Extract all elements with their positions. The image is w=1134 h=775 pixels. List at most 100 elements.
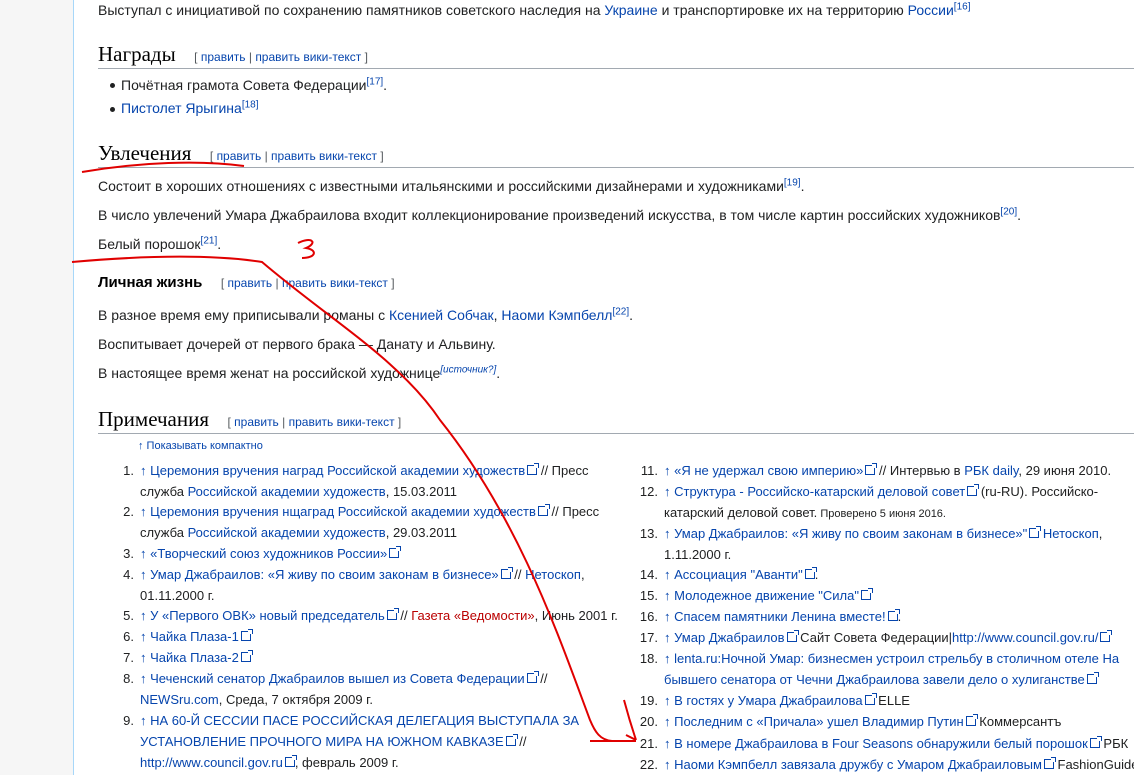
ref-text: служба: [140, 484, 188, 499]
link-russia[interactable]: России: [908, 2, 954, 18]
external-link-icon: [284, 755, 297, 767]
ref-link[interactable]: ↑ Последним с «Причала» ушел Владимир Пу…: [664, 714, 964, 729]
ref-link[interactable]: ↑ У «Первого ОВК» новый председатель: [140, 608, 385, 623]
notes-edit-link[interactable]: править: [234, 415, 279, 429]
intro-paragraph: Выступал с инициативой по сохранению пам…: [98, 0, 970, 20]
ref-link[interactable]: ↑ В гостях у Умара Джабраилова: [664, 693, 863, 708]
external-link-icon: [389, 546, 402, 558]
hobbies-edit-link[interactable]: править: [217, 149, 262, 163]
ref-17[interactable]: [17]: [366, 76, 383, 87]
ref-link[interactable]: ↑ «Я не удержал свою империю»: [664, 463, 863, 478]
ref-link[interactable]: бывшего сенатора от Чечни Джабраилова за…: [664, 672, 1085, 687]
ref-link-rbc-daily[interactable]: РБК daily: [964, 463, 1018, 478]
ref-link[interactable]: ↑ Спасем памятники Ленина вместе!: [664, 609, 886, 624]
ref-number: 2.: [123, 504, 134, 519]
ref-number: 18.: [639, 651, 658, 666]
ref-18[interactable]: [18]: [242, 99, 259, 110]
hobbies-divider: [98, 167, 1134, 168]
ref-link[interactable]: ↑ Чайка Плаза-1: [140, 629, 239, 644]
personal-edit-wiki-link[interactable]: править вики-текст: [282, 276, 388, 290]
ref-19[interactable]: [19]: [784, 177, 801, 188]
ref-link-academy[interactable]: Российской академии художеств: [188, 525, 386, 540]
ref-link[interactable]: ↑ Церемония вручения наград Российской а…: [140, 463, 525, 478]
notes-title: Примечания: [98, 407, 210, 431]
notes-edit-section: [ править | править вики-текст ]: [227, 415, 402, 429]
ref-link[interactable]: ↑ Структура - Российско-катарский делово…: [664, 484, 965, 499]
ref-number: 8.: [123, 671, 134, 686]
award-item-2: Пистолет Ярыгина[18]: [121, 98, 259, 118]
ref-number: 7.: [123, 650, 134, 665]
external-link-icon: [386, 608, 399, 620]
ref-link-academy[interactable]: Российской академии художеств: [188, 484, 386, 499]
external-link-icon: [965, 714, 978, 726]
ref-date: 1.11.2000 г.: [664, 547, 732, 562]
ref-link[interactable]: ↑ «Творческий союз художников России»: [140, 546, 387, 561]
ref-tail: ,: [580, 567, 585, 582]
hobbies-text-1: Состоит в хороших отношениях с известным…: [98, 178, 784, 194]
award-item-1: Почётная грамота Совета Федерации[17].: [121, 75, 387, 95]
ref-link-vedomosti[interactable]: Газета «Ведомости»: [411, 608, 534, 623]
ref-number: 21.: [639, 736, 658, 751]
external-link-icon: [505, 734, 518, 746]
ref-tail: //: [396, 608, 412, 623]
awards-edit-link[interactable]: править: [201, 50, 246, 64]
ref-number: 12.: [639, 484, 658, 499]
ref-number: 6.: [123, 629, 134, 644]
personal-title: Личная жизнь: [98, 274, 203, 291]
ref-tail: //: [510, 567, 526, 582]
ref-link[interactable]: ↑ В номере Джабраилова в Four Seasons об…: [664, 736, 1088, 751]
ref-number: 16.: [639, 609, 658, 624]
ref-link-council[interactable]: http://www.council.gov.ru/: [952, 630, 1098, 645]
awards-title: Награды: [98, 42, 176, 66]
ref-22[interactable]: [22]: [612, 306, 629, 317]
ref-21[interactable]: [21]: [201, 235, 218, 246]
ref-link[interactable]: ↑ Наоми Кэмпбелл завязала дружбу с Умаро…: [664, 757, 1042, 772]
hobbies-text-2: В число увлечений Умара Джабраилова вход…: [98, 207, 1001, 223]
personal-edit-section: [ править | править вики-текст ]: [220, 276, 395, 290]
awards-edit-wiki-link[interactable]: править вики-текст: [255, 50, 361, 64]
personal-heading: Личная жизнь [ править | править вики-те…: [98, 274, 395, 292]
ref-tail: РБК: [1099, 736, 1129, 751]
compact-toggle-link[interactable]: ↑ Показывать компактно: [138, 440, 263, 452]
link-ukraine[interactable]: Украине: [604, 2, 657, 18]
ref-link[interactable]: УСТАНОВЛЕНИЕ ПРОЧНОГО МИРА НА ЮЖНОМ КАВК…: [140, 734, 504, 749]
ref-link-netoskop[interactable]: Нетоскоп: [1043, 526, 1099, 541]
ref-link-newsru[interactable]: NEWSru.com: [140, 692, 219, 707]
ref-link-council[interactable]: http://www.council.gov.ru: [140, 755, 283, 770]
personal-edit-link[interactable]: править: [228, 276, 273, 290]
ref-link[interactable]: ↑ Церемония вручения нщаград Российской …: [140, 504, 536, 519]
ref-20[interactable]: [20]: [1000, 206, 1017, 217]
intro-text: Выступал с инициативой по сохранению пам…: [98, 2, 605, 18]
hobbies-edit-wiki-link[interactable]: править вики-текст: [271, 149, 377, 163]
ref-link[interactable]: ↑ Молодежное движение "Сила": [664, 588, 859, 603]
external-link-icon: [864, 693, 877, 705]
hobbies-paragraph-1: Состоит в хороших отношениях с известным…: [98, 177, 805, 194]
awards-heading: Награды [ править | править вики-текст ]: [98, 42, 368, 67]
link-sobchak[interactable]: Ксенией Собчак: [389, 307, 494, 323]
external-link-icon: [1086, 672, 1099, 684]
ref-link[interactable]: ↑ Умар Джабраилов: «Я живу по своим зако…: [664, 526, 1027, 541]
external-link-icon: [1100, 630, 1113, 642]
ref-tail: // Пресс: [537, 463, 589, 478]
ref-tail: // Интервью в: [875, 463, 965, 478]
ref-link[interactable]: ↑ Умар Джабраилов: «Я живу по своим зако…: [140, 567, 499, 582]
ref-link[interactable]: ↑ Чайка Плаза-2: [140, 650, 239, 665]
citation-needed-link[interactable]: [источник?]: [440, 364, 496, 375]
ref-number: 17.: [639, 630, 658, 645]
link-yarygin-pistol[interactable]: Пистолет Ярыгина: [121, 100, 242, 116]
ref-checked-date: Проверено 5 июня 2016.: [817, 508, 946, 520]
ref-16[interactable]: [16]: [954, 1, 971, 12]
compact-toggle[interactable]: ↑ Показывать компактно: [138, 440, 263, 452]
ref-link[interactable]: ↑ Умар Джабраилов: [664, 630, 785, 645]
external-link-icon: [1043, 757, 1056, 769]
external-link-icon: [887, 609, 900, 621]
ref-link[interactable]: ↑ Ассоциация "Аванти": [664, 567, 803, 582]
ref-link-netoskop[interactable]: Нетоскоп: [525, 567, 581, 582]
ref-tail: (ru-RU). Российско-: [977, 484, 1099, 499]
ref-link[interactable]: ↑ lenta.ru:Ночной Умар: бизнесмен устрои…: [664, 651, 1119, 666]
ref-link[interactable]: ↑ НА 60-Й СЕССИИ ПАСЕ РОССИЙСКАЯ ДЕЛЕГАЦ…: [140, 713, 579, 728]
link-campbell[interactable]: Наоми Кэмпбелл: [501, 307, 612, 323]
notes-edit-wiki-link[interactable]: править вики-текст: [289, 415, 395, 429]
hobbies-paragraph-3: Белый порошок[21].: [98, 235, 222, 252]
ref-link[interactable]: ↑ Чеченский сенатор Джабраилов вышел из …: [140, 671, 525, 686]
